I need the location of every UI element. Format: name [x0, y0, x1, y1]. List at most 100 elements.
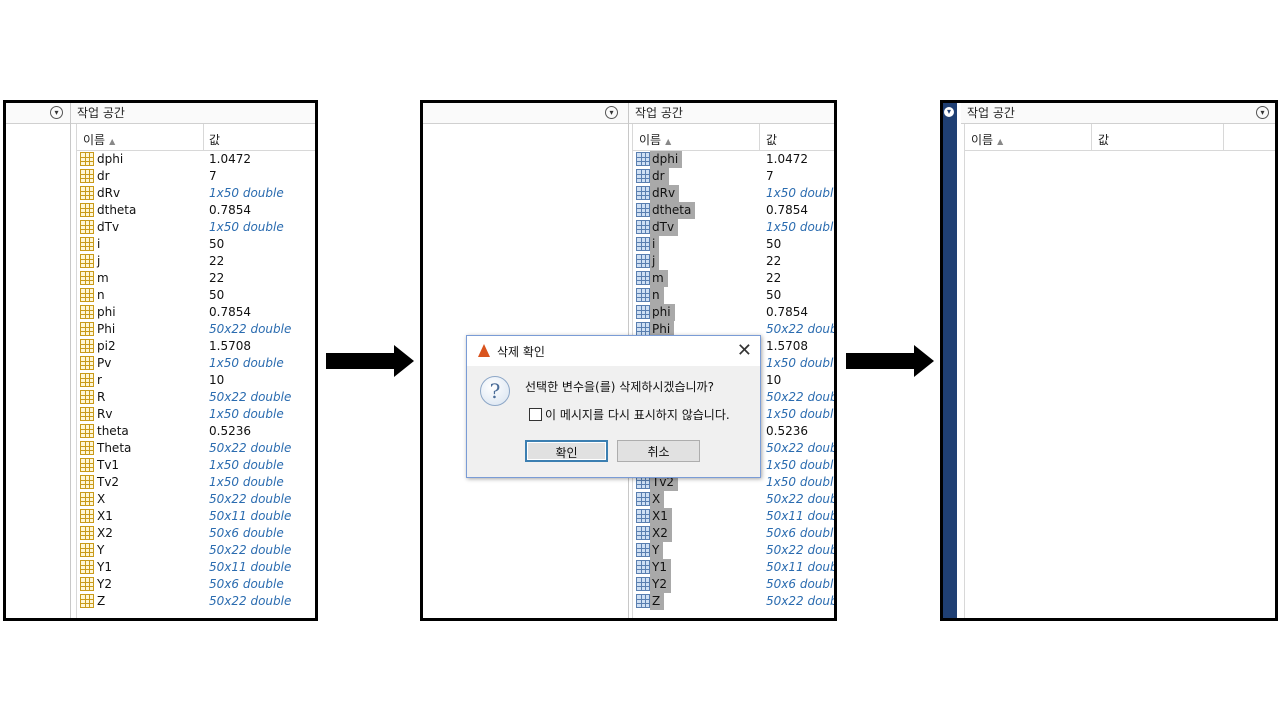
variable-row[interactable]: dtheta 0.7854	[77, 202, 315, 219]
variable-row[interactable]: n 50	[77, 287, 315, 304]
column-value-header[interactable]: 값	[1098, 131, 1109, 148]
variable-row[interactable]: X 50x22 double	[633, 491, 834, 508]
variable-value: 0.7854	[209, 203, 251, 217]
variable-value: 0.5236	[766, 424, 808, 438]
variable-row[interactable]: pi2 1.5708	[77, 338, 315, 355]
collapse-icon[interactable]: ▾	[605, 106, 618, 119]
variable-value: 0.7854	[766, 305, 808, 319]
variable-icon	[80, 458, 94, 472]
variable-row[interactable]: Z 50x22 double	[77, 593, 315, 610]
variable-row[interactable]: j 22	[633, 253, 834, 270]
variable-row[interactable]: Y 50x22 double	[633, 542, 834, 559]
workspace-title: 작업 공간	[71, 103, 315, 124]
cancel-button[interactable]: 취소	[617, 440, 700, 462]
variable-row[interactable]: dphi 1.0472	[77, 151, 315, 168]
column-value-header[interactable]: 값	[209, 131, 220, 148]
variable-row[interactable]: phi 0.7854	[633, 304, 834, 321]
variable-row[interactable]: X2 50x6 double	[633, 525, 834, 542]
variable-icon	[636, 186, 650, 200]
variable-name: X2	[97, 526, 113, 540]
dont-show-label[interactable]: 이 메시지를 다시 표시하지 않습니다.	[545, 406, 730, 423]
table-header: 이름 ▲ 값	[77, 124, 315, 151]
variable-row[interactable]: Y2 50x6 double	[77, 576, 315, 593]
variable-row[interactable]: Y 50x22 double	[77, 542, 315, 559]
collapse-icon[interactable]: ▾	[944, 107, 954, 117]
variable-value: 50x11 double	[766, 509, 837, 523]
variable-icon	[80, 390, 94, 404]
variable-row[interactable]: j 22	[77, 253, 315, 270]
variable-row[interactable]: dTv 1x50 double	[633, 219, 834, 236]
variable-value: 10	[209, 373, 225, 387]
variable-row[interactable]: Theta 50x22 double	[77, 440, 315, 457]
variable-row[interactable]: Pv 1x50 double	[77, 355, 315, 372]
variable-icon	[80, 577, 94, 591]
variable-row[interactable]: Y1 50x11 double	[77, 559, 315, 576]
variable-row[interactable]: phi 0.7854	[77, 304, 315, 321]
variable-row[interactable]: X1 50x11 double	[633, 508, 834, 525]
column-value-header[interactable]: 값	[766, 131, 777, 148]
variable-row[interactable]: dr 7	[633, 168, 834, 185]
variable-icon	[80, 543, 94, 557]
variable-icon	[636, 577, 650, 591]
variable-row[interactable]: Phi 50x22 double	[77, 321, 315, 338]
variable-row[interactable]: Tv2 1x50 double	[77, 474, 315, 491]
variable-value: 7	[209, 169, 217, 183]
variable-row[interactable]: i 50	[77, 236, 315, 253]
variable-value: 50x11 double	[209, 560, 292, 574]
dialog-message: 선택한 변수을(를) 삭제하시겠습니까?	[525, 380, 714, 394]
variable-row[interactable]: dtheta 0.7854	[633, 202, 834, 219]
variable-value: 50	[209, 237, 225, 251]
variable-value: 50	[766, 237, 782, 251]
variable-row[interactable]: Y1 50x11 double	[633, 559, 834, 576]
variable-row[interactable]: X1 50x11 double	[77, 508, 315, 525]
variable-name: i	[650, 236, 660, 253]
close-icon[interactable]: ✕	[737, 340, 752, 361]
column-name-header[interactable]: 이름 ▲	[83, 131, 115, 148]
variable-icon	[80, 186, 94, 200]
variable-name: dtheta	[97, 203, 137, 217]
variable-row[interactable]: dr 7	[77, 168, 315, 185]
variable-list: dphi 1.0472 dr 7 dRv 1x50 double dtheta 0.7854 d…	[77, 151, 315, 610]
variable-value: 50	[209, 288, 225, 302]
variable-name: Y1	[650, 559, 671, 576]
variable-row[interactable]: Y2 50x6 double	[633, 576, 834, 593]
column-name-header[interactable]: 이름 ▲	[971, 131, 1003, 148]
collapse-icon[interactable]: ▾	[50, 106, 63, 119]
variable-row[interactable]: R 50x22 double	[77, 389, 315, 406]
variable-value: 50x22 double	[766, 543, 837, 557]
ok-button[interactable]: 확인	[525, 440, 608, 462]
variable-row[interactable]: dTv 1x50 double	[77, 219, 315, 236]
variable-icon	[636, 271, 650, 285]
dialog-title: 삭제 확인	[497, 345, 545, 359]
variable-icon	[80, 254, 94, 268]
column-name-header[interactable]: 이름 ▲	[639, 131, 671, 148]
variable-row[interactable]: m 22	[77, 270, 315, 287]
variable-row[interactable]: X 50x22 double	[77, 491, 315, 508]
variable-name: X	[97, 492, 106, 506]
variable-row[interactable]: X2 50x6 double	[77, 525, 315, 542]
variable-row[interactable]: Rv 1x50 double	[77, 406, 315, 423]
variable-name: phi	[97, 305, 116, 319]
variable-row[interactable]: i 50	[633, 236, 834, 253]
variable-icon	[80, 373, 94, 387]
variable-row[interactable]: dRv 1x50 double	[633, 185, 834, 202]
variable-name: pi2	[97, 339, 116, 353]
variable-row[interactable]: r 10	[77, 372, 315, 389]
variable-value: 0.5236	[209, 424, 251, 438]
workspace-panel: 작업 공간 이름 ▲ 값 dphi 1.0472 dr 7 dRv 1x50 double d…	[71, 103, 315, 618]
variable-row[interactable]: Z 50x22 double	[633, 593, 834, 610]
variable-icon	[80, 203, 94, 217]
variable-icon	[636, 220, 650, 234]
dont-show-checkbox[interactable]	[529, 408, 542, 421]
variable-icon	[636, 543, 650, 557]
variable-row[interactable]: dphi 1.0472	[633, 151, 834, 168]
sort-ascending-icon: ▲	[997, 137, 1004, 146]
variable-row[interactable]: n 50	[633, 287, 834, 304]
variable-row[interactable]: theta 0.5236	[77, 423, 315, 440]
variable-icon	[636, 560, 650, 574]
variable-row[interactable]: dRv 1x50 double	[77, 185, 315, 202]
collapse-icon[interactable]: ▾	[1256, 106, 1269, 119]
variable-name: X1	[650, 508, 672, 525]
variable-row[interactable]: m 22	[633, 270, 834, 287]
variable-row[interactable]: Tv1 1x50 double	[77, 457, 315, 474]
